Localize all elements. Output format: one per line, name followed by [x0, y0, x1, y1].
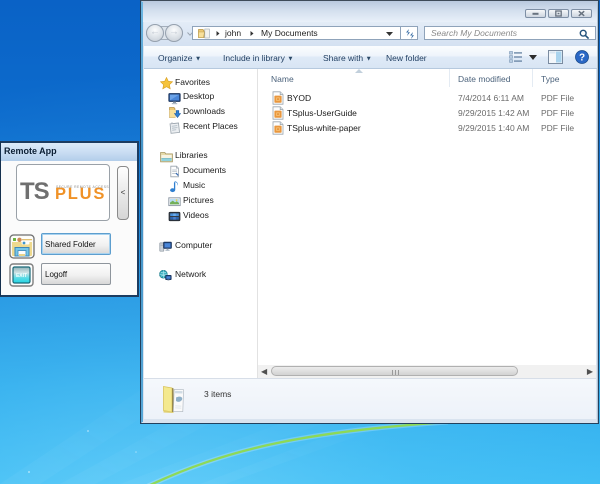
svg-text:?: ?	[579, 53, 585, 64]
svg-text:EXIT: EXIT	[16, 273, 27, 279]
